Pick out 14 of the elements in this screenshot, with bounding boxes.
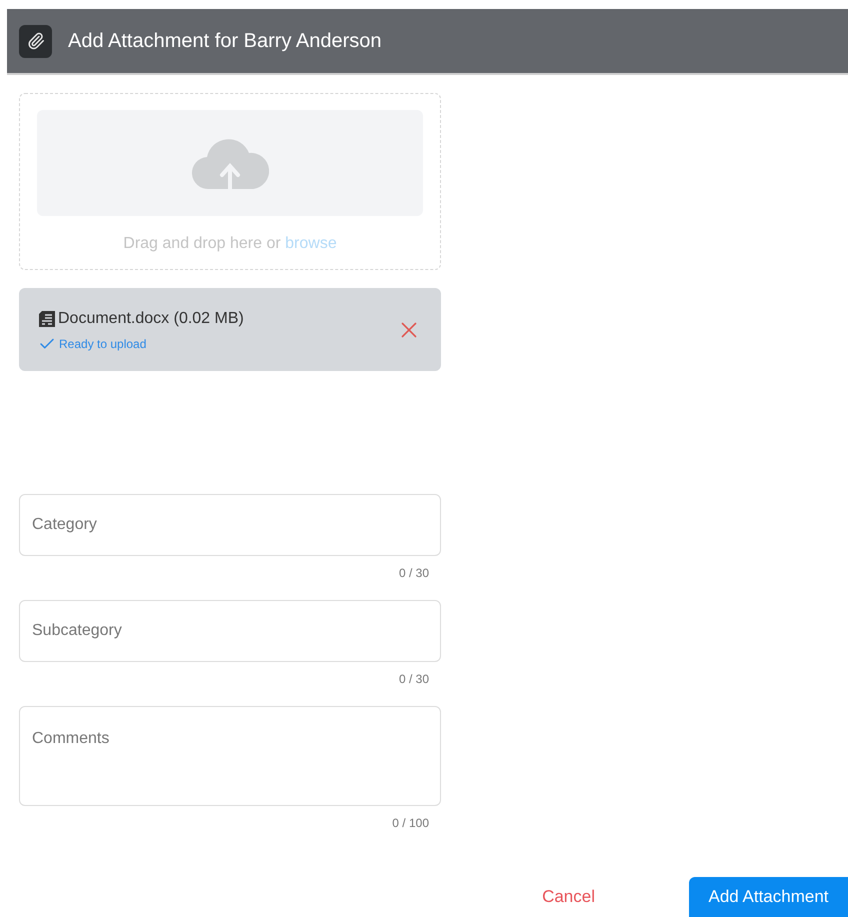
document-icon: [38, 310, 56, 328]
character-counter: 0 / 30: [398, 565, 429, 582]
drop-instructions: Drag and drop here or browse: [123, 234, 337, 254]
comments-field[interactable]: Comments: [19, 706, 441, 806]
cancel-button[interactable]: Cancel: [496, 877, 641, 917]
upload-status: Ready to upload: [59, 336, 146, 352]
file-name: Document.docx (0.02 MB): [58, 308, 244, 328]
text-field[interactable]: Subcategory: [19, 600, 441, 662]
add-attachment-button[interactable]: Add Attachment: [689, 877, 848, 917]
character-counter: 0 / 30: [398, 671, 429, 688]
character-counter: 0 / 100: [392, 815, 429, 832]
dialog-title: Add Attachment for Barry Anderson: [68, 29, 382, 54]
paperclip-icon: [19, 24, 52, 58]
text-field[interactable]: Category: [19, 494, 441, 556]
